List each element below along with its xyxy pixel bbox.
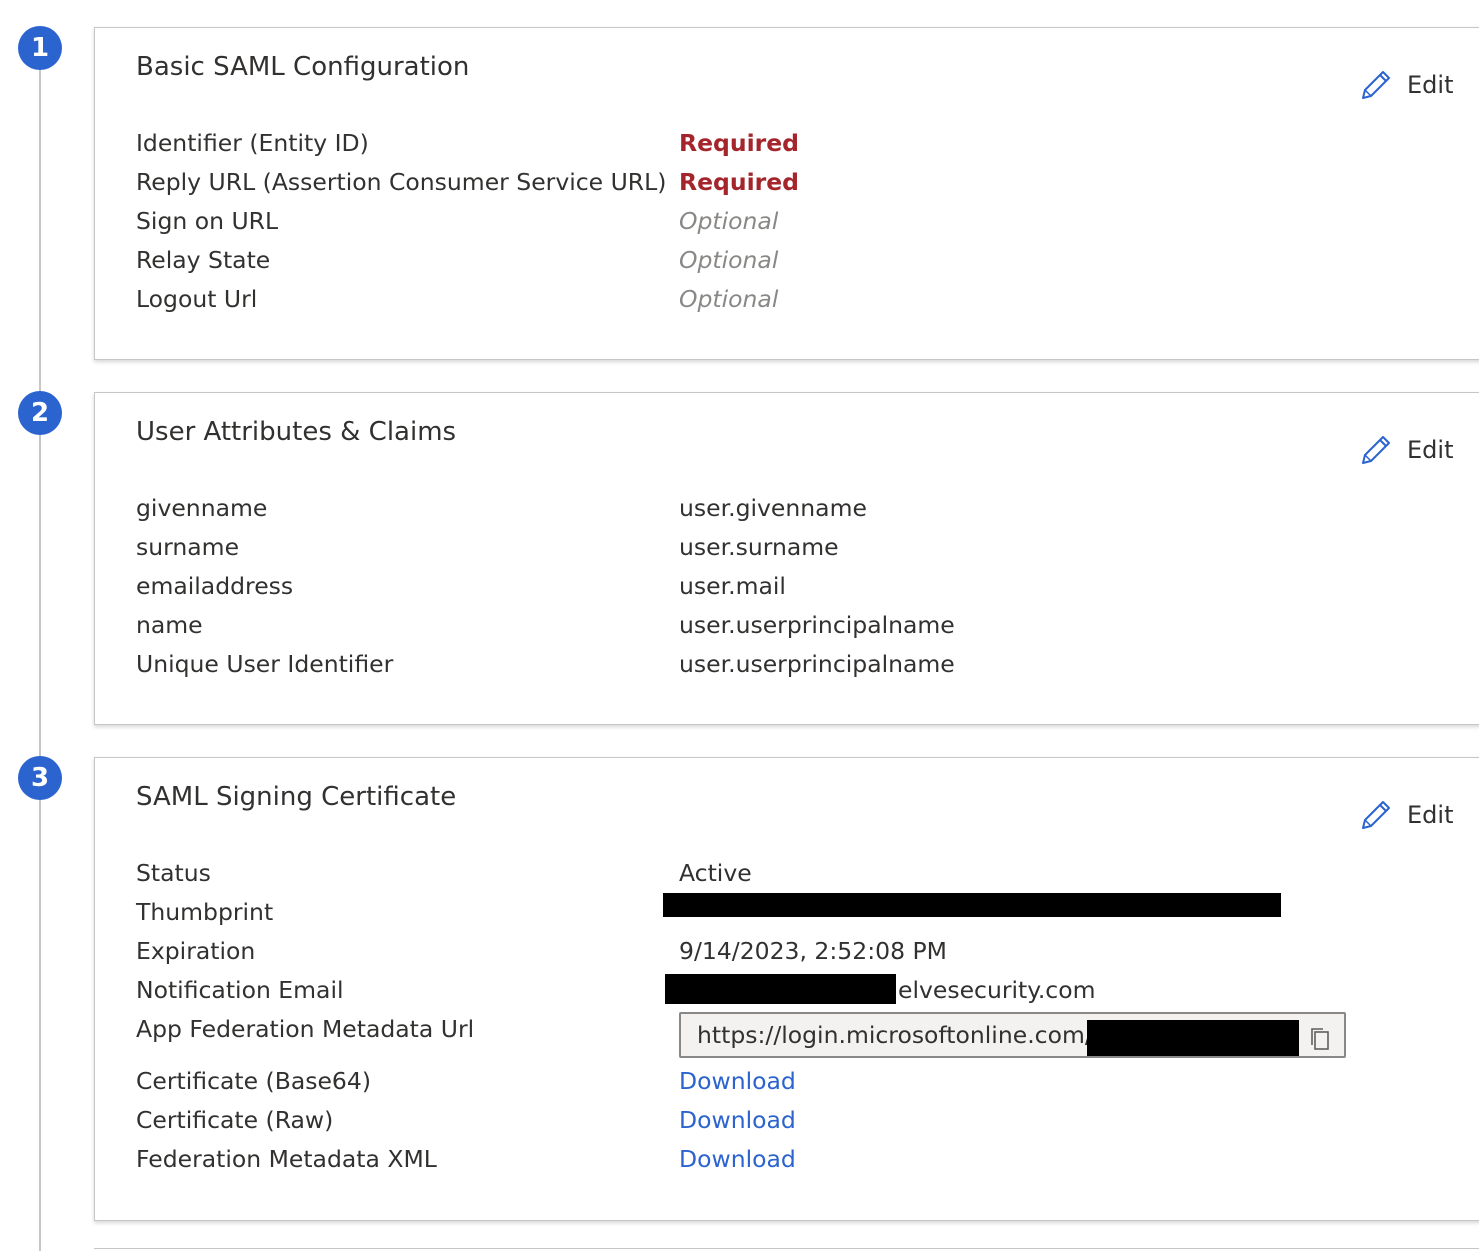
- card-title: Basic SAML Configuration: [136, 52, 470, 82]
- download-metadata-xml-link[interactable]: Download: [679, 1140, 796, 1179]
- step-2-badge: 2: [18, 391, 62, 435]
- claim-name: surname: [136, 533, 240, 561]
- list-item: name user.userprincipalname: [136, 606, 1479, 645]
- timeline-line: [39, 48, 41, 1251]
- list-item: Certificate (Base64) Download: [136, 1062, 1479, 1101]
- claim-value: user.mail: [679, 572, 786, 600]
- claim-value: user.givenname: [679, 494, 867, 522]
- list-item: Identifier (Entity ID) Required: [136, 124, 1479, 163]
- row-label: Federation Metadata XML: [136, 1145, 437, 1173]
- list-item: Logout Url Optional: [136, 280, 1479, 319]
- url-redaction: [1087, 1020, 1299, 1056]
- list-item: givenname user.givenname: [136, 489, 1479, 528]
- row-label: Thumbprint: [136, 898, 274, 926]
- saml-signing-certificate-card: SAML Signing Certificate Edit Status Act…: [94, 757, 1479, 1221]
- list-item: Unique User Identifier user.userprincipa…: [136, 645, 1479, 684]
- list-item: Notification Email elvesecurity.com: [136, 971, 1479, 1010]
- optional-value: Optional: [679, 285, 779, 313]
- metadata-url-text: https://login.microsoftonline.com/: [697, 1021, 1093, 1049]
- step-1-badge: 1: [18, 26, 62, 70]
- user-attributes-claims-card: User Attributes & Claims Edit givenname …: [94, 392, 1479, 725]
- email-redaction: [665, 974, 896, 1004]
- edit-label: Edit: [1407, 436, 1454, 464]
- row-label: Notification Email: [136, 976, 344, 1004]
- list-item: Certificate (Raw) Download: [136, 1101, 1479, 1140]
- list-item: Federation Metadata XML Download: [136, 1140, 1479, 1179]
- thumbprint-redaction: [663, 893, 1281, 917]
- metadata-url-field[interactable]: https://login.microsoftonline.com/: [679, 1012, 1346, 1058]
- pencil-icon: [1359, 68, 1393, 102]
- list-item: Thumbprint: [136, 893, 1479, 932]
- claim-name: emailaddress: [136, 572, 294, 600]
- saml-sso-setup-page: 1 Basic SAML Configuration Edit Identifi…: [0, 0, 1479, 1251]
- claim-value: user.userprincipalname: [679, 650, 955, 678]
- card-title: User Attributes & Claims: [136, 417, 457, 447]
- list-item: Reply URL (Assertion Consumer Service UR…: [136, 163, 1479, 202]
- notification-email-value: elvesecurity.com: [898, 976, 1096, 1004]
- claims-list: givenname user.givenname surname user.su…: [136, 489, 1479, 684]
- edit-label: Edit: [1407, 71, 1454, 99]
- copy-icon[interactable]: [1308, 1023, 1332, 1050]
- download-base64-link[interactable]: Download: [679, 1062, 796, 1101]
- claim-name: name: [136, 611, 203, 639]
- claim-name: Unique User Identifier: [136, 650, 394, 678]
- row-label: Status: [136, 859, 211, 887]
- edit-basic-saml-button[interactable]: Edit: [1359, 68, 1453, 102]
- row-label: Reply URL (Assertion Consumer Service UR…: [136, 168, 667, 196]
- claim-value: user.surname: [679, 533, 839, 561]
- row-label: Expiration: [136, 937, 256, 965]
- claim-name: givenname: [136, 494, 268, 522]
- expiration-value: 9/14/2023, 2:52:08 PM: [679, 937, 947, 965]
- row-label: App Federation Metadata Url: [136, 1015, 475, 1043]
- list-item: emailaddress user.mail: [136, 567, 1479, 606]
- required-value: Required: [679, 168, 799, 196]
- list-item: Relay State Optional: [136, 241, 1479, 280]
- row-label: Logout Url: [136, 285, 258, 313]
- row-label: Relay State: [136, 246, 271, 274]
- basic-saml-configuration-card: Basic SAML Configuration Edit Identifier…: [94, 27, 1479, 360]
- claim-value: user.userprincipalname: [679, 611, 955, 639]
- step-3-badge: 3: [18, 756, 62, 800]
- pencil-icon: [1359, 433, 1393, 467]
- status-value: Active: [679, 859, 752, 887]
- row-label: Certificate (Raw): [136, 1106, 334, 1134]
- edit-claims-button[interactable]: Edit: [1359, 433, 1453, 467]
- pencil-icon: [1359, 798, 1393, 832]
- list-item: Sign on URL Optional: [136, 202, 1479, 241]
- download-raw-link[interactable]: Download: [679, 1101, 796, 1140]
- row-label: Identifier (Entity ID): [136, 129, 369, 157]
- edit-label: Edit: [1407, 801, 1454, 829]
- attribute-list: Identifier (Entity ID) Required Reply UR…: [136, 124, 1479, 319]
- optional-value: Optional: [679, 207, 779, 235]
- list-item: Status Active: [136, 854, 1479, 893]
- row-label: Certificate (Base64): [136, 1067, 371, 1095]
- card-title: SAML Signing Certificate: [136, 782, 457, 812]
- row-label: Sign on URL: [136, 207, 279, 235]
- list-item: Expiration 9/14/2023, 2:52:08 PM: [136, 932, 1479, 971]
- required-value: Required: [679, 129, 799, 157]
- list-item: surname user.surname: [136, 528, 1479, 567]
- edit-certificate-button[interactable]: Edit: [1359, 798, 1453, 832]
- optional-value: Optional: [679, 246, 779, 274]
